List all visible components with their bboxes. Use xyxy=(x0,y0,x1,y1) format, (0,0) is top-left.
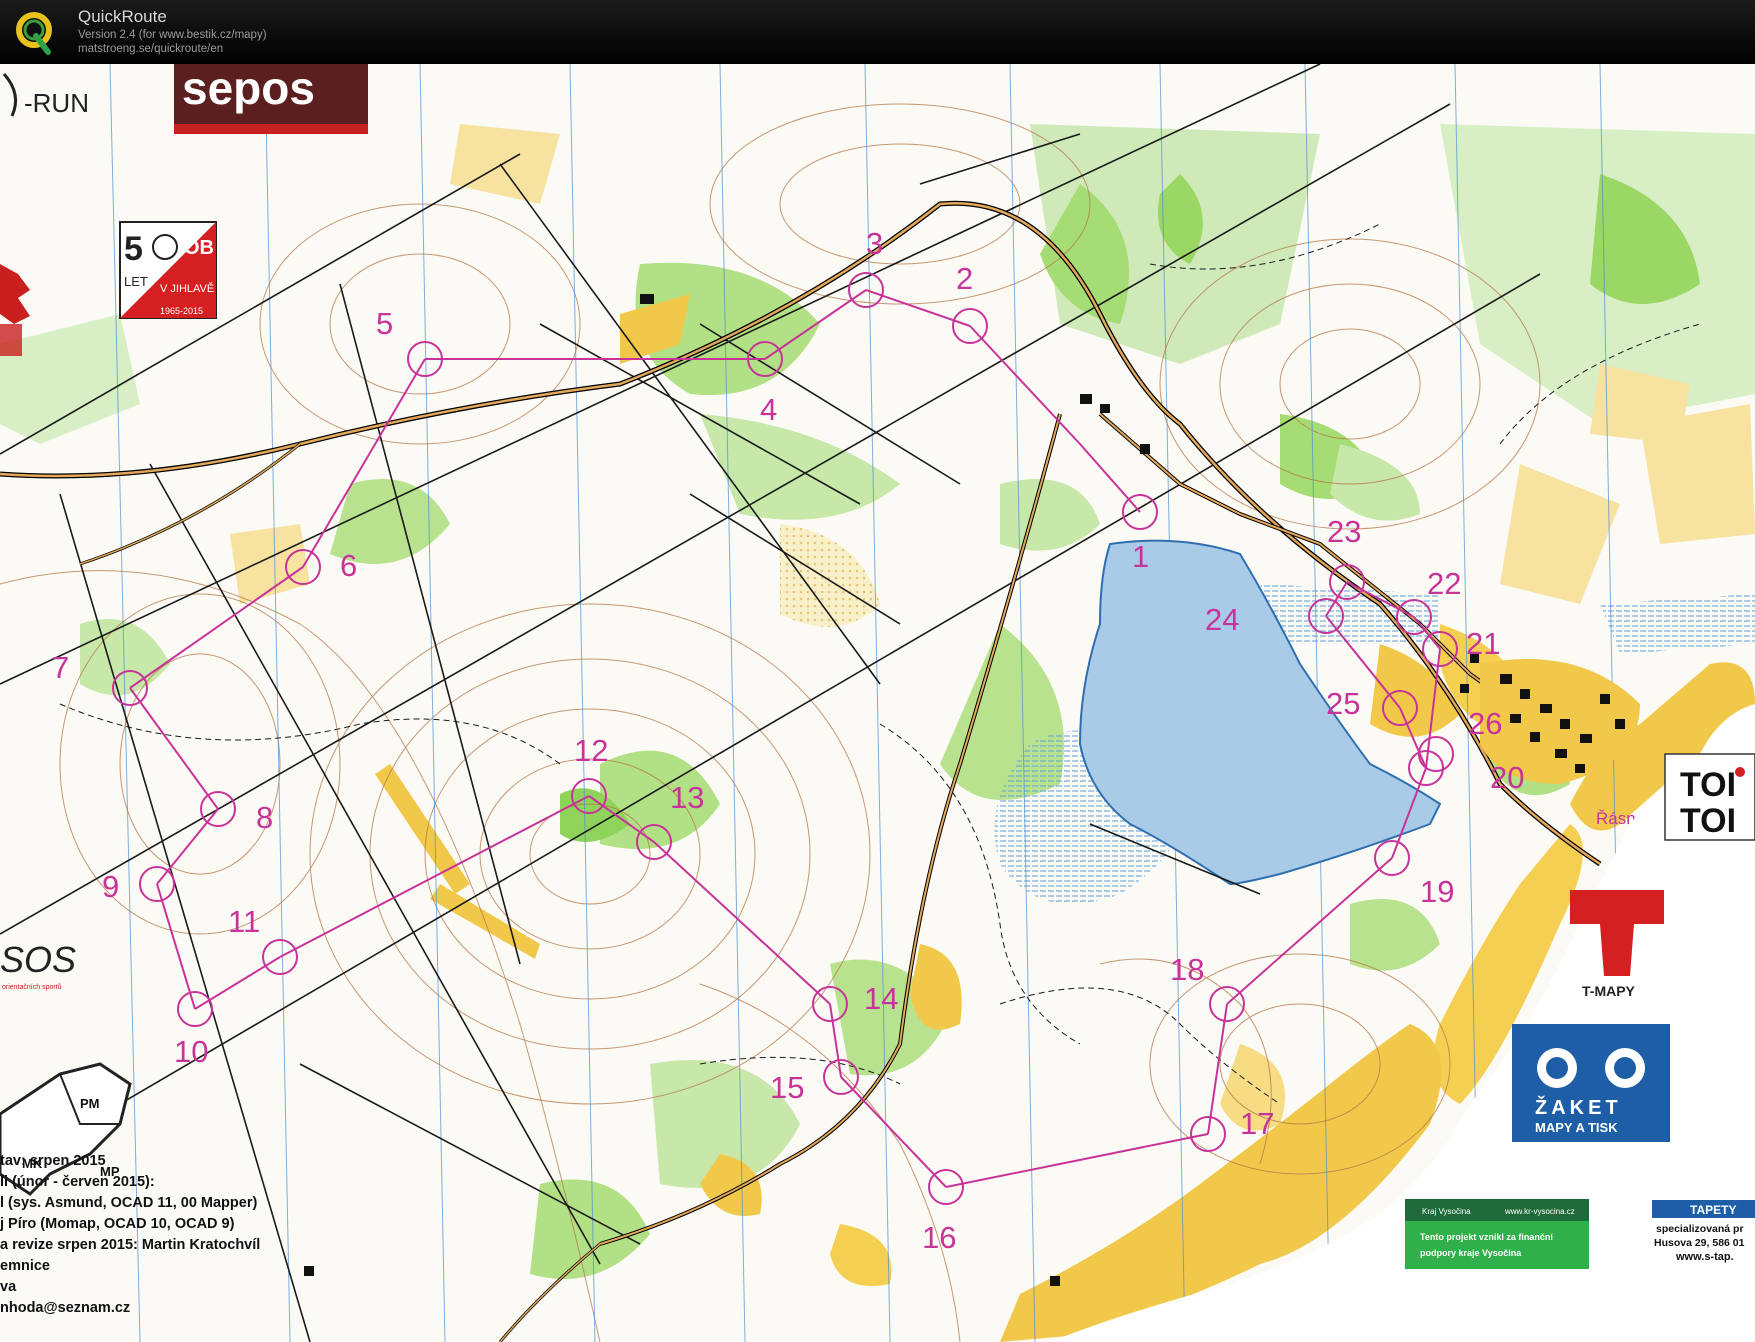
control-number-3: 3 xyxy=(866,226,883,261)
zaket-logo: ŽAKET MAPY A TISK xyxy=(1512,1024,1670,1142)
kraj-text1: Tento projekt vznikl za finanční xyxy=(1420,1232,1553,1242)
run-text: -RUN xyxy=(24,88,89,118)
control-number-8: 8 xyxy=(256,800,273,835)
sepos-text: sepos xyxy=(182,64,315,114)
lake-label: 24 xyxy=(1205,602,1239,637)
tapety-line2: Husova 29, 586 01 xyxy=(1654,1237,1745,1249)
control-number-11: 11 xyxy=(228,904,260,939)
zaket-sub: MAPY A TISK xyxy=(1535,1120,1618,1135)
control-number-1: 1 xyxy=(1132,539,1149,574)
anniversary-years: 1965-2015 xyxy=(160,306,203,316)
control-number-10: 10 xyxy=(174,1034,208,1069)
info-line: nhoda@seznam.cz xyxy=(0,1300,131,1316)
kraj-url: www.kr-vysocina.cz xyxy=(1504,1207,1575,1216)
kraj-text2: podpory kraje Vysočina xyxy=(1420,1248,1522,1258)
info-line: a revize srpen 2015: Martin Kratochvíl xyxy=(0,1237,261,1253)
control-number-17: 17 xyxy=(1240,1106,1274,1141)
sos-logo: SOS orientačních sportů xyxy=(0,939,76,991)
info-line: va xyxy=(0,1279,17,1295)
anniversary-logo: 5 OB LET V JIHLAVĚ 1965-2015 xyxy=(119,221,217,319)
control-number-20: 20 xyxy=(1490,760,1524,795)
info-line: emnice xyxy=(0,1258,50,1274)
control-number-23: 23 xyxy=(1327,514,1361,549)
info-line: tav: srpen 2015 xyxy=(0,1153,106,1169)
control-number-4: 4 xyxy=(760,392,777,427)
control-number-26: 26 xyxy=(1468,706,1502,741)
anniversary-let: LET xyxy=(124,274,148,289)
tmapy-text: T-MAPY xyxy=(1582,983,1636,999)
info-line: l (sys. Asmund, OCAD 11, 00 Mapper) xyxy=(0,1195,258,1211)
sepos-logo: sepos xyxy=(174,64,368,134)
marsh-area-far-east xyxy=(1600,594,1755,654)
toi-line1: TOI xyxy=(1680,766,1736,804)
control-number-16: 16 xyxy=(922,1220,956,1255)
toitoi-logo: TOI TOI xyxy=(1664,753,1755,841)
inset-pm: PM xyxy=(80,1096,100,1111)
title-bar: QuickRoute Version 2.4 (for www.bestik.c… xyxy=(0,0,1755,64)
tapety-line3: www.s-tap. xyxy=(1675,1251,1734,1263)
sos-sub: orientačních sportů xyxy=(2,983,62,991)
control-number-12: 12 xyxy=(574,733,608,768)
control-number-5: 5 xyxy=(376,306,393,341)
kraj-name: Kraj Vysočina xyxy=(1422,1207,1471,1216)
quickroute-logo-icon xyxy=(16,12,52,55)
toi-line2: TOI xyxy=(1680,802,1736,840)
control-number-18: 18 xyxy=(1170,952,1204,987)
control-number-2: 2 xyxy=(956,261,973,296)
control-number-9: 9 xyxy=(102,869,119,904)
kraj-vysocina-banner: Kraj Vysočina www.kr-vysocina.cz Tento p… xyxy=(1405,1199,1589,1269)
anniversary-number: 5 xyxy=(124,230,143,268)
marsh-area-east xyxy=(1260,584,1440,644)
info-line: li (únor - červen 2015): xyxy=(0,1174,155,1190)
control-number-25: 25 xyxy=(1326,686,1360,721)
control-number-14: 14 xyxy=(864,981,898,1016)
control-number-21: 21 xyxy=(1466,626,1500,661)
info-line: j Píro (Momap, OCAD 10, OCAD 9) xyxy=(0,1216,235,1232)
zaket-text: ŽAKET xyxy=(1535,1095,1622,1119)
anniversary-city: V JIHLAVĚ xyxy=(160,282,214,295)
control-number-13: 13 xyxy=(670,780,704,815)
control-number-7: 7 xyxy=(52,650,69,685)
tapety-text: TAPETY xyxy=(1690,1203,1736,1217)
sos-text: SOS xyxy=(0,939,76,980)
control-number-15: 15 xyxy=(770,1070,804,1105)
map-symbol xyxy=(304,1266,314,1276)
app-version: Version 2.4 (for www.bestik.cz/mapy) xyxy=(78,29,267,41)
run-logo: -RUN xyxy=(2,72,89,118)
map-info-text: tav: srpen 2015 li (únor - červen 2015):… xyxy=(0,1151,270,1319)
control-number-22: 22 xyxy=(1427,566,1461,601)
tapety-line1: specializovaná pr xyxy=(1656,1223,1744,1235)
anniversary-ob: OB xyxy=(184,237,214,259)
map-symbol xyxy=(1050,1276,1060,1286)
control-number-6: 6 xyxy=(340,548,357,583)
app-name: QuickRoute xyxy=(78,7,167,26)
control-number-19: 19 xyxy=(1420,874,1454,909)
app-url: matstroeng.se/quickroute/en xyxy=(78,43,224,55)
orienteering-map[interactable]: 24 1 2 3 4 5 6 7 8 9 10 11 12 13 14 15 1… xyxy=(0,64,1755,1342)
